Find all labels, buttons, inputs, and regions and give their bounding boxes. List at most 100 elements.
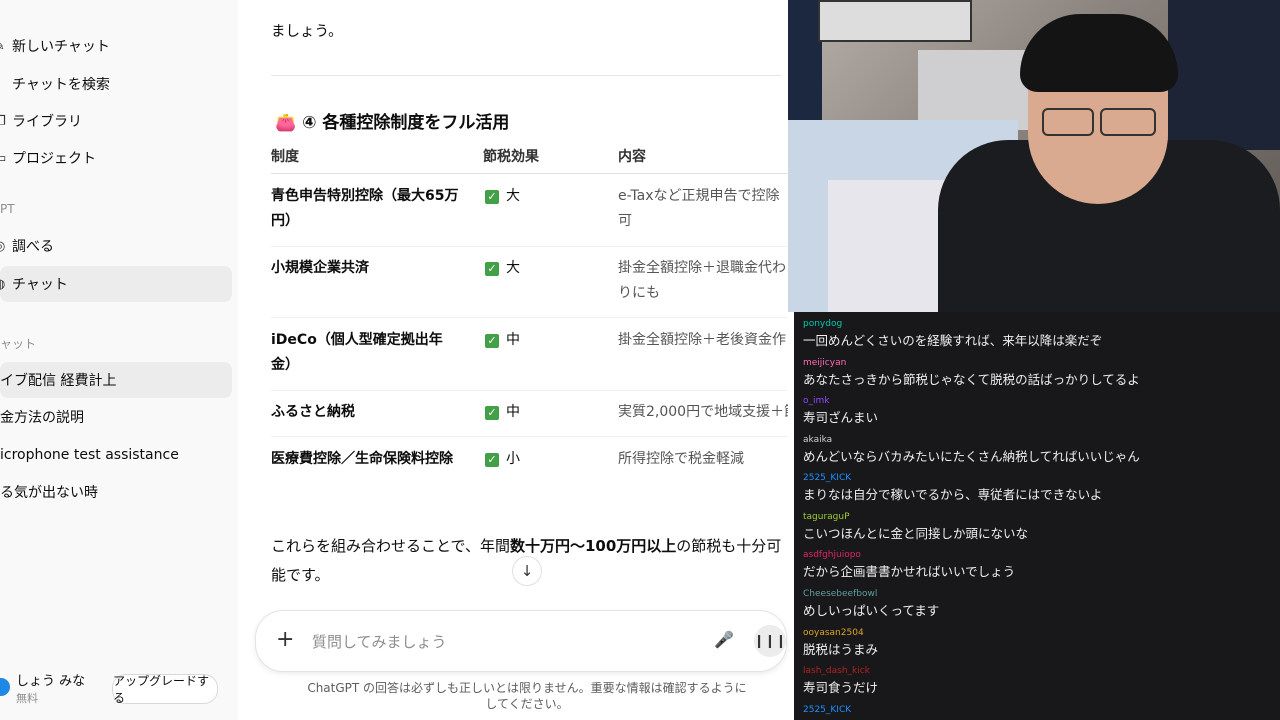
chat-message: 2525_KICK <box>803 705 851 716</box>
chat-username[interactable]: lash_dash_kick <box>803 666 878 677</box>
sidebar-chat-item[interactable]: る気が出ない時 <box>0 474 232 510</box>
sidebar-chat-item[interactable]: 金方法の説明 <box>0 399 232 435</box>
table-cell-name: iDeCo（個人型確定拠出年金） <box>271 332 443 373</box>
table-header-effect: 節税効果 <box>483 149 539 165</box>
chat-message: ooyasan2504 脱税はうまみ <box>803 628 878 658</box>
chat-message: o_imk 寿司ざんまい <box>803 396 878 426</box>
table-cell-desc: 所得控除で税金軽減 <box>618 451 744 467</box>
user-plan: 無料 <box>16 692 38 705</box>
chat-text: めんどいならバカみたいにたくさん納税してればいいじゃん <box>803 449 1140 464</box>
chat-text: 脱税はうまみ <box>803 642 879 657</box>
divider <box>271 436 787 437</box>
chat-message: akaika めんどいならバカみたいにたくさん納税してればいいじゃん <box>803 435 1140 465</box>
section-label-gpts: PT <box>0 202 15 216</box>
effect-value: 小 <box>506 451 520 467</box>
composer[interactable]: + 質問してみましょう 🎤 ❙❙❙ <box>255 610 787 672</box>
sidebar-item-label: プロジェクト <box>12 151 96 167</box>
chat-message: taguraguP こいつほんとに金と同接しか頭にないな <box>803 512 1028 542</box>
chat-message: meijicyan あなたさっきから節税じゃなくて脱税の話ばっかりしてるよ <box>803 358 1140 388</box>
table-cell-effect: ✓ 中 <box>485 400 520 425</box>
sidebar-item-label: 新しいチャット <box>12 39 110 55</box>
table-header-content: 内容 <box>618 149 646 165</box>
divider <box>271 75 781 76</box>
chat-message: Cheesebeefbowl めしいっぱいくってます <box>803 589 939 619</box>
sidebar-chat-label: る気が出ない時 <box>0 485 98 501</box>
chat-text: まりなは自分で稼いでるから、専従者にはできないよ <box>803 487 1103 502</box>
effect-value: 大 <box>506 260 520 276</box>
chat-text: 一回めんどくさいのを経験すれば、来年以降は楽だぞ <box>803 333 1103 348</box>
check-icon: ✓ <box>485 452 499 467</box>
sidebar-item-projects[interactable]: ▭ プロジェクト <box>0 140 232 176</box>
sidebar-chat-item[interactable]: icrophone test assistance <box>0 437 232 473</box>
microphone-icon[interactable]: 🎤 <box>714 630 734 649</box>
chat-message: 2525_KICK まりなは自分で稼いでるから、専従者にはできないよ <box>803 473 1102 503</box>
sidebar-chat-item[interactable]: イブ配信 経費計上 <box>0 362 232 398</box>
chat-text: こいつほんとに金と同接しか頭にないな <box>803 526 1029 541</box>
sidebar-item-library[interactable]: ❐ ライブラリ <box>0 103 232 139</box>
money-bag-icon: 👛 <box>275 113 297 133</box>
table-cell-desc: 掛金全額控除＋退職金代わりにも <box>618 260 786 301</box>
effect-value: 中 <box>506 404 520 420</box>
effect-value: 大 <box>506 188 520 204</box>
disclaimer: ChatGPT の回答は必ずしも正しいとは限りません。重要な情報は確認するように… <box>307 681 747 711</box>
chat-username[interactable]: meijicyan <box>803 358 1140 369</box>
chat-username[interactable]: akaika <box>803 435 1140 446</box>
table-cell-desc: 掛金全額控除＋老後資金作 <box>618 332 786 348</box>
section-heading: 👛 ④ 各種控除制度をフル活用 <box>275 108 509 133</box>
divider <box>271 390 787 391</box>
effect-value: 中 <box>506 332 520 348</box>
paragraph-text: これらを組み合わせることで、年間 <box>271 537 510 555</box>
message-text: ましょう。 <box>271 24 343 40</box>
chat-username[interactable]: Cheesebeefbowl <box>803 589 939 600</box>
divider <box>271 173 787 174</box>
chat-message: asdfghjuiopo だから企画書書かせればいいでしょう <box>803 550 1015 580</box>
sidebar-item-label: チャット <box>12 277 68 293</box>
sidebar-chat-label: 金方法の説明 <box>0 410 84 426</box>
webcam-shape <box>1020 14 1178 92</box>
user-profile[interactable]: しょう みな 無料 アップグレードする <box>0 668 238 708</box>
webcam-shape <box>818 0 972 42</box>
check-icon: ✓ <box>485 261 499 276</box>
sidebar-item-search[interactable]: ⌕ チャットを検索 <box>0 66 232 102</box>
search-icon: ⌕ <box>0 77 8 92</box>
sidebar-item-new-chat[interactable]: ✎ 新しいチャット <box>0 28 232 64</box>
paragraph-bold: 数十万円〜100万円以上 <box>509 537 677 555</box>
sidebar-item-chat[interactable]: ◍ チャット <box>0 266 232 302</box>
chat-main: ましょう。 👛 ④ 各種控除制度をフル活用 制度 節税効果 内容 青色申告特別控… <box>239 0 788 720</box>
sidebar-item-research[interactable]: ◎ 調べる <box>0 228 232 264</box>
table-header-system: 制度 <box>271 149 299 165</box>
table-cell-name: 小規模企業共済 <box>271 260 369 276</box>
edit-icon: ✎ <box>0 39 8 54</box>
composer-input[interactable]: 質問してみましょう <box>312 631 447 652</box>
chat-message: ponydog 一回めんどくさいのを経験すれば、来年以降は楽だぞ <box>803 319 1102 349</box>
scroll-down-button[interactable]: ↓ <box>512 556 542 586</box>
sidebar-item-label: 調べる <box>12 239 54 255</box>
chat-text: めしいっぱいくってます <box>803 603 940 618</box>
chat-username[interactable]: taguraguP <box>803 512 1028 523</box>
plus-icon[interactable]: + <box>276 627 294 653</box>
sidebar-item-label: チャットを検索 <box>12 77 110 93</box>
check-icon: ✓ <box>485 333 499 348</box>
webcam-feed <box>788 0 1280 312</box>
chat-username[interactable]: 2525_KICK <box>803 705 851 716</box>
chat-username[interactable]: asdfghjuiopo <box>803 550 1015 561</box>
divider <box>271 317 787 318</box>
table-cell-desc: 実質2,000円で地域支援＋節 <box>618 404 788 420</box>
table-cell-name: ふるさと納税 <box>271 404 355 420</box>
chat-username[interactable]: 2525_KICK <box>803 473 1102 484</box>
globe-icon: ◎ <box>0 239 8 254</box>
upgrade-button[interactable]: アップグレードする <box>112 674 218 705</box>
table-cell-effect: ✓ 中 <box>485 328 520 353</box>
chat-username[interactable]: ooyasan2504 <box>803 628 878 639</box>
check-icon: ✓ <box>485 405 499 420</box>
stream-chat: ponydog 一回めんどくさいのを経験すれば、来年以降は楽だぞ meijicy… <box>794 312 1280 720</box>
check-icon: ✓ <box>485 189 499 204</box>
chat-text: あなたさっきから節税じゃなくて脱税の話ばっかりしてるよ <box>803 372 1140 387</box>
heading-text: ④ 各種控除制度をフル活用 <box>302 113 510 133</box>
chat-username[interactable]: o_imk <box>803 396 878 407</box>
voice-mode-button[interactable]: ❙❙❙ <box>754 625 786 657</box>
table-cell-effect: ✓ 大 <box>485 184 520 209</box>
chat-icon: ◍ <box>0 277 8 292</box>
chat-username[interactable]: ponydog <box>803 319 1102 330</box>
sidebar-chat-label: イブ配信 経費計上 <box>0 373 117 389</box>
